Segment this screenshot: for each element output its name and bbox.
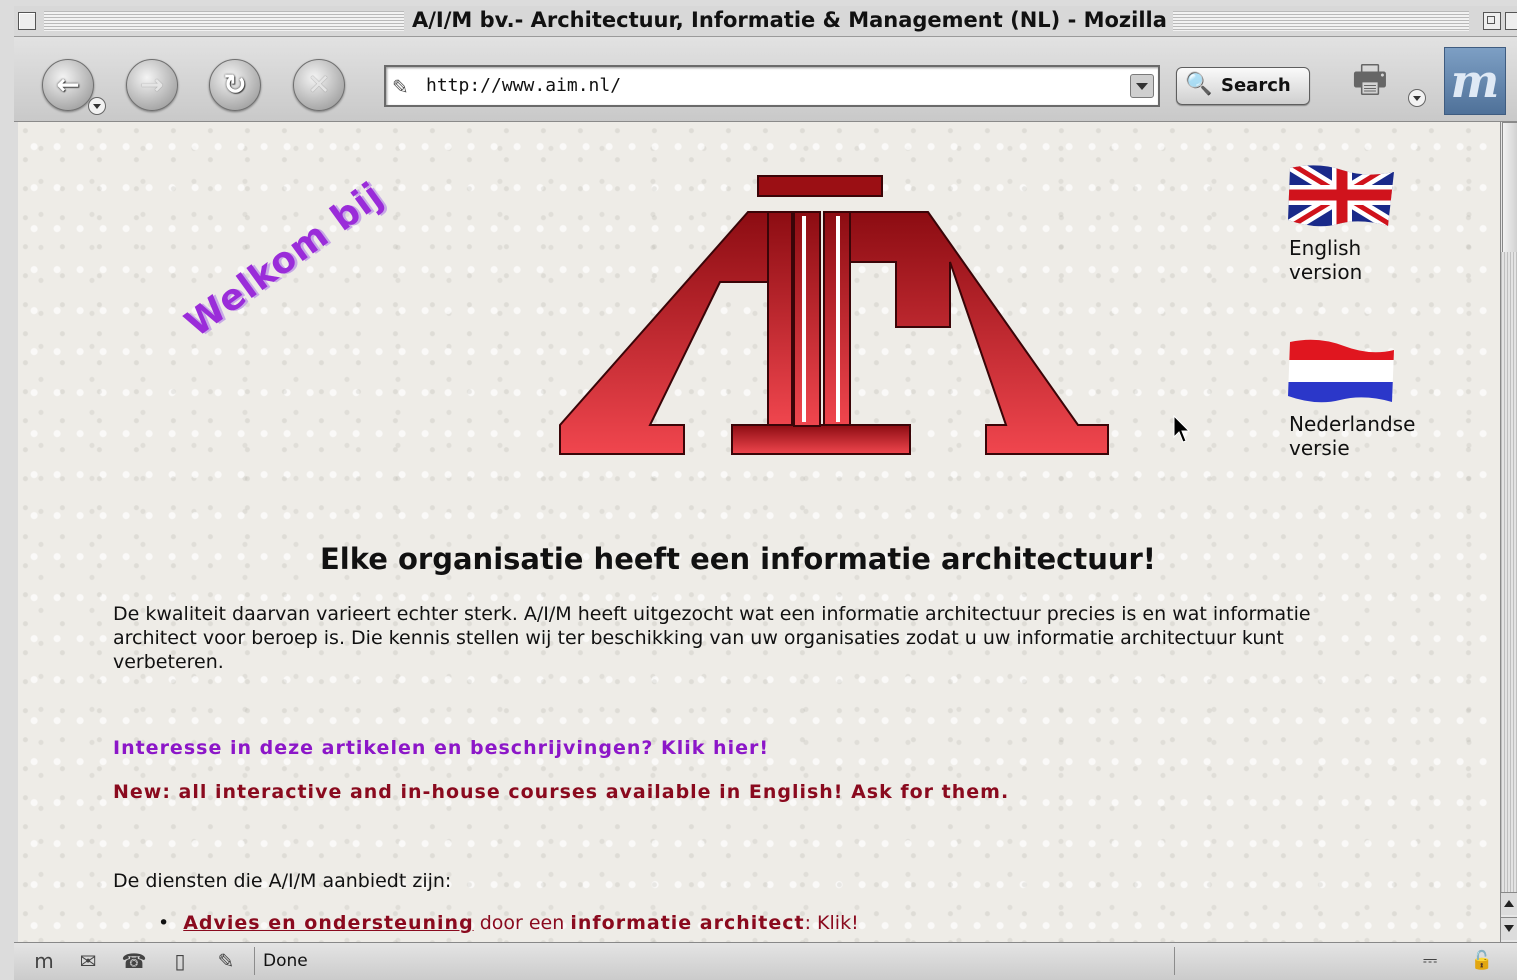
status-bar: m ✉ ☎ ▯ ✎ Done ⎓ 🔓 bbox=[14, 942, 1517, 980]
service-end-text[interactable]: : Klik! bbox=[805, 912, 859, 934]
collapse-box[interactable] bbox=[1505, 12, 1517, 30]
status-divider bbox=[254, 947, 255, 975]
page-heading: Elke organisatie heeft een informatie ar… bbox=[319, 542, 1157, 576]
navigation-toolbar: ← → ↻ ✕ ✎ 🔍 Search 🖶 m bbox=[14, 37, 1517, 122]
page-content: Welkom bij English version Nederlandse v… bbox=[18, 122, 1500, 942]
scroll-track[interactable] bbox=[1501, 252, 1517, 892]
services-intro: De diensten die A/I/M aanbiedt zijn: bbox=[113, 870, 452, 892]
url-history-dropdown[interactable] bbox=[1130, 74, 1154, 98]
title-bar[interactable]: A/I/M bv.- Architectuur, Informatie & Ma… bbox=[14, 6, 1517, 37]
url-bar[interactable]: ✎ bbox=[384, 65, 1160, 107]
window-title: A/I/M bv.- Architectuur, Informatie & Ma… bbox=[406, 8, 1173, 32]
welcome-text: Welkom bij bbox=[178, 174, 391, 346]
status-divider-right bbox=[1174, 947, 1175, 975]
reload-button[interactable]: ↻ bbox=[209, 59, 261, 111]
back-button[interactable]: ← bbox=[42, 59, 94, 111]
dutch-version-link[interactable]: Nederlandse versie bbox=[1289, 412, 1415, 460]
back-arrow-icon: ← bbox=[56, 68, 80, 101]
composer-icon[interactable]: ▯ bbox=[164, 949, 196, 973]
chat-icon[interactable]: ✎ bbox=[210, 949, 242, 973]
list-bullet: • bbox=[158, 912, 170, 934]
mozilla-logo-letter: m bbox=[1450, 54, 1500, 108]
english-label-line1: English bbox=[1289, 236, 1362, 260]
mail-icon[interactable]: ✉ bbox=[72, 949, 104, 973]
aim-logo bbox=[559, 175, 1109, 455]
url-input[interactable] bbox=[426, 73, 1106, 97]
online-status-icon[interactable]: ⎓ bbox=[1414, 949, 1446, 973]
title-stripes-left bbox=[44, 11, 404, 31]
dutch-label-line2: versie bbox=[1289, 436, 1350, 460]
browser-window: A/I/M bv.- Architectuur, Informatie & Ma… bbox=[0, 0, 1517, 980]
intro-paragraph: De kwaliteit daarvan varieert echter ste… bbox=[113, 603, 1311, 673]
english-label-line2: version bbox=[1289, 260, 1363, 284]
mouse-cursor-icon bbox=[1173, 415, 1191, 443]
close-box[interactable] bbox=[18, 12, 36, 30]
bookmark-pin-icon[interactable]: ✎ bbox=[392, 75, 409, 99]
security-lock-icon[interactable]: 🔓 bbox=[1466, 949, 1498, 973]
english-flag-icon[interactable] bbox=[1288, 162, 1396, 228]
dutch-flag-icon[interactable] bbox=[1288, 338, 1398, 404]
title-stripes-right bbox=[1154, 11, 1469, 31]
service-list-item: • Advies en ondersteuning door een inform… bbox=[158, 912, 859, 934]
print-icon[interactable]: 🖶 bbox=[1352, 51, 1412, 101]
forward-button[interactable]: → bbox=[126, 59, 178, 111]
stop-icon: ✕ bbox=[307, 68, 331, 101]
dutch-label-line1: Nederlandse bbox=[1289, 412, 1416, 436]
scroll-thumb[interactable] bbox=[1502, 122, 1517, 254]
back-history-dropdown[interactable] bbox=[88, 97, 106, 115]
vertical-scrollbar[interactable] bbox=[1500, 122, 1517, 942]
stop-button[interactable]: ✕ bbox=[293, 59, 345, 111]
advies-link[interactable]: Advies en ondersteuning bbox=[183, 912, 473, 934]
search-icon: 🔍 bbox=[1185, 72, 1213, 97]
scroll-down-button[interactable] bbox=[1501, 917, 1517, 940]
print-dropdown[interactable] bbox=[1408, 89, 1426, 107]
scroll-up-button[interactable] bbox=[1501, 892, 1517, 915]
zoom-box[interactable] bbox=[1483, 12, 1501, 30]
service-middle-text: door een bbox=[473, 912, 571, 934]
reload-icon: ↻ bbox=[223, 68, 247, 101]
navigator-icon[interactable]: m bbox=[28, 949, 60, 973]
forward-arrow-icon: → bbox=[140, 68, 164, 101]
search-button[interactable]: 🔍 Search bbox=[1176, 67, 1310, 105]
status-text: Done bbox=[263, 951, 308, 971]
articles-link[interactable]: Interesse in deze artikelen en beschrijv… bbox=[113, 737, 769, 759]
mozilla-logo[interactable]: m bbox=[1444, 47, 1506, 115]
news-text: New: all interactive and in-house course… bbox=[113, 781, 1010, 803]
english-version-link[interactable]: English version bbox=[1289, 236, 1362, 284]
service-bold-text: informatie architect bbox=[570, 912, 805, 934]
search-button-label: Search bbox=[1221, 75, 1291, 96]
address-book-icon[interactable]: ☎ bbox=[118, 949, 150, 973]
